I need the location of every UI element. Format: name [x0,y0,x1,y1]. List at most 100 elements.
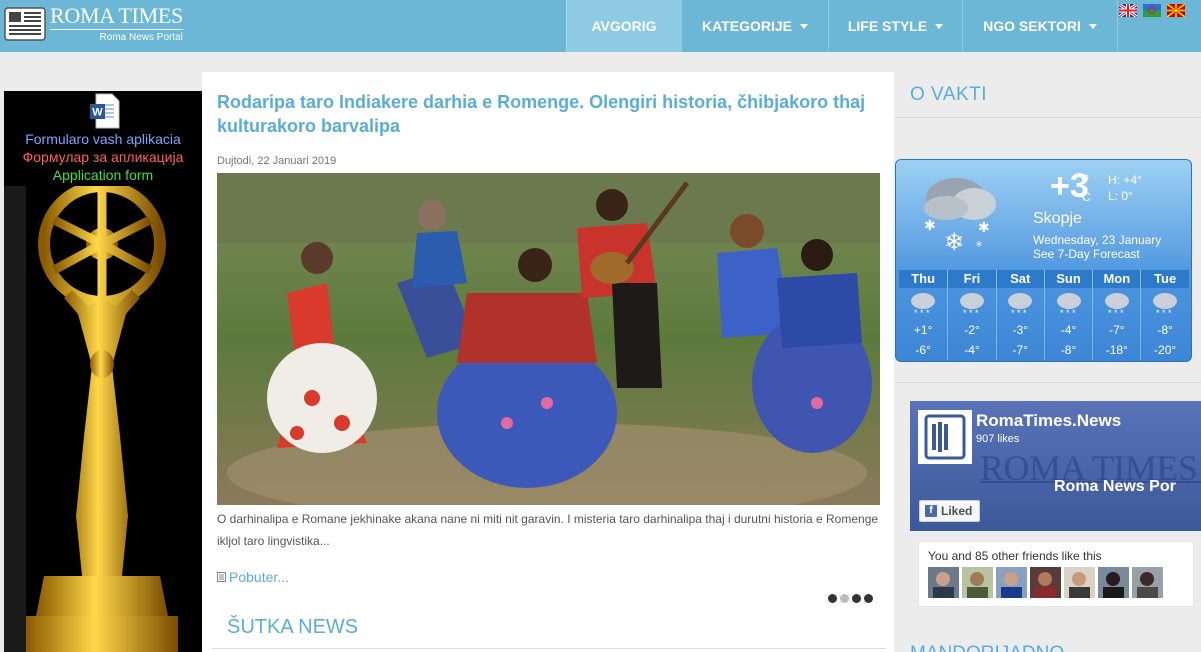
read-more-link[interactable]: Pobuter... [217,569,289,585]
seven-day-forecast-link[interactable]: See 7-Day Forecast [1033,247,1140,261]
facebook-page-name[interactable]: RomaTimes.News [976,411,1121,431]
svg-text:✱: ✱ [924,218,936,234]
forecast-day: Fri * * * -2° -4° [947,270,996,360]
uk-flag-icon[interactable] [1119,4,1137,17]
svg-text:* * *: * * * [1108,308,1124,317]
liked-button[interactable]: f Liked [919,500,981,522]
forecast-day: Thu * * * +1° -6° [899,270,948,360]
read-more-label: Pobuter... [229,569,289,585]
forecast-day: Sat * * * -3° -7° [995,270,1044,360]
language-switcher [1119,4,1185,17]
nav-label: AVGORIG [591,18,657,34]
high-low-temperature: H: +4° L: 0° [1108,172,1142,204]
application-form-banner[interactable]: W Formularo vash aplikacia Формулар за а… [4,91,202,652]
snow-icon: * * * [959,293,984,317]
svg-text:❄: ❄ [944,228,964,256]
word-document-icon: W [90,93,120,129]
caret-down-icon [935,24,944,29]
nav-item-life-style[interactable]: LIFE STYLE [828,0,962,52]
svg-text:* * *: * * * [1011,308,1027,317]
forecast-high: -7° [1109,323,1125,337]
high-temp: H: +4° [1108,173,1142,187]
snow-cloud-icon: ✱ ❄ ✱ * [924,178,996,256]
forecast-high: -4° [1060,323,1077,337]
forecast-low: -20° [1154,343,1177,357]
forecast-high: -2° [964,323,980,337]
article-title-link[interactable]: Rodaripa taro Indiakere darhia e Romenge… [217,90,877,138]
forecast-low: -8° [1060,343,1077,357]
forecast-days: Thu * * * +1° -6° Fri * * * -2° -4° Sat … [899,270,1189,360]
weather-city: Skopje [1033,210,1082,227]
degree-symbol: o [1082,170,1089,184]
nav-item-avgorig[interactable]: AVGORIG [566,0,681,52]
friend-avatar[interactable] [996,567,1027,598]
banner-line-1: Formularo vash aplikacia [25,131,181,147]
friend-avatar[interactable] [1064,567,1095,598]
document-icon [217,572,226,582]
forecast-day: Mon * * * -7° -18° [1092,270,1141,360]
macedonia-flag-icon[interactable] [1167,4,1185,17]
slider-dot-2[interactable] [840,594,849,603]
logo-subtitle: Roma News Portal [99,32,183,43]
nav-label: KATEGORIJE [702,18,792,34]
nav-label: LIFE STYLE [847,18,928,34]
weather-date: Wednesday, 23 January [1033,233,1162,247]
liked-label: Liked [941,504,973,518]
forecast-day-name: Sun [1044,270,1093,288]
sutka-news-heading[interactable]: ŠUTKA NEWS [227,616,358,639]
friend-avatars [928,567,1163,598]
nav-divider [1117,0,1118,52]
low-temp: L: 0° [1108,189,1133,203]
slider-dot-1[interactable] [828,594,837,603]
newspaper-icon [920,412,970,462]
forecast-low: -6° [915,343,931,357]
svg-text:* * *: * * * [1060,308,1076,317]
section-divider [895,117,1201,118]
forecast-day-name: Thu [899,270,948,288]
snow-icon: * * * [1104,293,1129,317]
friends-like-text: You and 85 other friends like this [928,549,1102,563]
section-divider [895,382,1201,383]
slider-dot-3[interactable] [852,594,861,603]
main-content: Rodaripa taro Indiakere darhia e Romenge… [202,72,894,652]
main-nav: AVGORIG KATEGORIJE LIFE STYLE NGO SEKTOR… [566,0,1117,52]
romani-flag-icon[interactable] [1143,4,1161,17]
friend-avatar[interactable] [1030,567,1061,598]
slider-dot-4[interactable] [864,594,873,603]
facebook-cover[interactable]: ROMA TIMES RomaTimes.News 907 likes Roma… [910,401,1201,531]
slider-pagination [828,594,873,603]
top-navbar: ROMA TIMES Roma News Portal AVGORIG KATE… [0,0,1201,52]
forecast-day-name: Tue [1141,270,1189,288]
site-logo[interactable]: ROMA TIMES Roma News Portal [4,4,183,43]
banner-line-3: Application form [52,167,154,183]
caret-down-icon [799,24,808,29]
weather-widget[interactable]: ✱ ❄ ✱ * +3 o C H: +4° L: 0° Skopje Wedne… [895,159,1192,362]
forecast-high: -8° [1157,323,1173,337]
svg-text:* * *: * * * [914,308,930,317]
nav-item-ngo-sektori[interactable]: NGO SEKTORI [962,0,1117,52]
forecast-high: +1° [913,323,933,337]
facebook-like-count: 907 likes [976,433,1020,445]
friend-avatar[interactable] [1098,567,1129,598]
forecast-low: -4° [964,343,980,357]
forecast-day: Tue * * * -8° -20° [1140,270,1189,360]
banner-line-2: Формулар за апликација [22,149,184,165]
newspaper-icon [4,7,46,41]
forecast-low: -18° [1105,343,1128,357]
weather-section-title: O VAKTI [910,84,988,105]
friend-avatar[interactable] [962,567,993,598]
facebook-page-widget: ROMA TIMES RomaTimes.News 907 likes Roma… [895,384,1201,612]
forecast-day-name: Sat [996,270,1044,288]
forecast-day-name: Fri [948,270,996,288]
svg-text:W: W [92,107,103,119]
forecast-day-name: Mon [1093,270,1141,288]
svg-text:✱: ✱ [978,220,990,236]
article-photo-roma-dancers[interactable] [217,173,880,505]
nav-item-kategorije[interactable]: KATEGORIJE [681,0,828,52]
page-avatar[interactable] [918,410,972,464]
friend-avatar[interactable] [928,567,959,598]
article-excerpt: O darhinalipa e Romane jekhinake akana n… [217,512,879,548]
forecast-low: -7° [1012,343,1028,357]
friend-avatar[interactable] [1132,567,1163,598]
caret-down-icon [1088,24,1097,29]
